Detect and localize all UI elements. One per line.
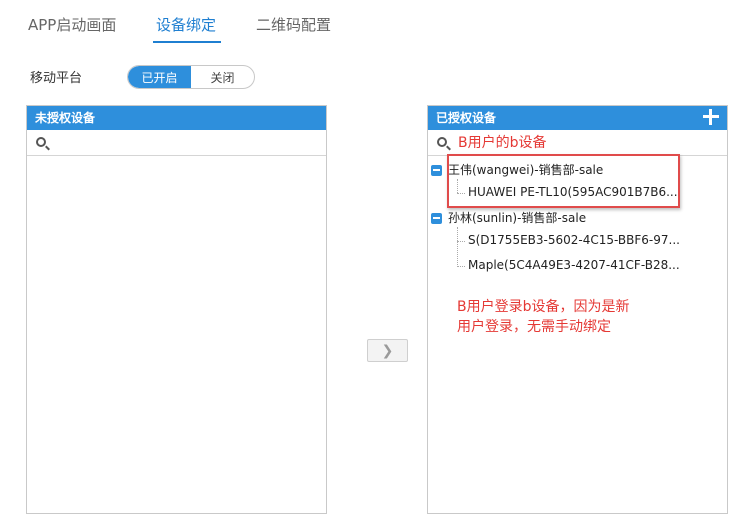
search-icon: [437, 137, 447, 147]
tab-bar: APP启动画面 设备绑定 二维码配置: [0, 0, 747, 46]
active-tab-indicator: [153, 41, 221, 43]
mobile-platform-label: 移动平台: [30, 71, 83, 86]
tab-qrcode-config[interactable]: 二维码配置: [256, 14, 331, 35]
tree-connector: [457, 241, 465, 242]
unauthorized-panel-title: 未授权设备: [35, 111, 96, 125]
unauthorized-devices-panel: 未授权设备: [26, 105, 327, 514]
mobile-platform-toggle[interactable]: 已开启 关闭: [127, 65, 255, 89]
authorized-panel-title: 已授权设备: [436, 111, 497, 125]
collapse-icon[interactable]: [431, 213, 442, 224]
tree-connector: [457, 227, 458, 267]
tab-app-splash[interactable]: APP启动画面: [28, 14, 116, 35]
annotation-title: B用户的b设备: [458, 135, 547, 151]
annotation-note-line2: 用户登录，无需手动绑定: [457, 319, 611, 335]
annotation-note-line1: B用户登录b设备，因为是新: [457, 299, 630, 315]
unauthorized-search-input[interactable]: [53, 133, 321, 153]
add-icon[interactable]: [701, 107, 721, 127]
tree-device-maple[interactable]: Maple(5C4A49E3-4207-41CF-B28...: [468, 258, 680, 272]
authorized-panel-header: 已授权设备: [428, 106, 727, 130]
tree-connector: [457, 266, 465, 267]
move-right-button[interactable]: ❯: [367, 339, 408, 362]
unauthorized-panel-header: 未授权设备: [27, 106, 326, 130]
tree-group-sunlin[interactable]: 孙林(sunlin)-销售部-sale: [448, 209, 586, 226]
annotation-highlight-box: [447, 154, 680, 208]
collapse-icon[interactable]: [431, 165, 442, 176]
tab-device-binding[interactable]: 设备绑定: [156, 14, 216, 35]
unauthorized-search-row: [27, 130, 326, 156]
toggle-off-option[interactable]: 关闭: [191, 66, 254, 88]
toggle-on-option[interactable]: 已开启: [128, 66, 191, 88]
tree-device-s[interactable]: S(D1755EB3-5602-4C15-BBF6-97...: [468, 233, 680, 247]
search-icon: [36, 137, 46, 147]
annotation-note: B用户登录b设备，因为是新 用户登录，无需手动绑定: [457, 297, 630, 337]
